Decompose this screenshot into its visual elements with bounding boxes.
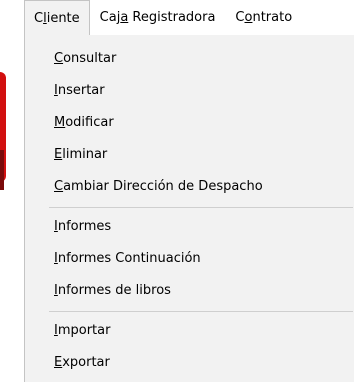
menu-item-consultar-key: C bbox=[54, 51, 64, 66]
menu-item-informes[interactable]: Informes bbox=[25, 211, 354, 243]
menu-item-informes-de-libros-text: nformes de libros bbox=[57, 283, 171, 298]
menu-caja-registradora[interactable]: Caja Registradora bbox=[90, 0, 226, 36]
menu-item-eliminar-key: E bbox=[54, 147, 63, 162]
menu-item-informes-continuacion[interactable]: Informes Continuación bbox=[25, 243, 354, 275]
menu-item-consultar[interactable]: Consultar bbox=[25, 43, 354, 75]
cliente-dropdown-menu: Consultar Insertar Modificar Eliminar Ca… bbox=[24, 35, 354, 382]
menu-contrato-label-pre: C bbox=[235, 10, 245, 25]
menu-item-insertar[interactable]: Insertar bbox=[25, 75, 354, 107]
menu-item-cambiar-direccion[interactable]: Cambiar Dirección de Despacho bbox=[25, 171, 354, 203]
menu-item-exportar[interactable]: Exportar bbox=[25, 347, 354, 379]
menu-item-cambiar-direccion-key: C bbox=[54, 179, 64, 194]
menu-item-informes-continuacion-text: nformes Continuación bbox=[57, 251, 201, 266]
menu-caja-label-pre: Caj bbox=[99, 10, 121, 25]
menu-item-cambiar-direccion-text: ambiar Dirección de Despacho bbox=[63, 179, 263, 194]
menu-item-modificar[interactable]: Modificar bbox=[25, 107, 354, 139]
menu-item-informes-text: nformes bbox=[57, 219, 112, 234]
menu-contrato[interactable]: Contrato bbox=[225, 0, 302, 36]
menu-bar: Cliente Caja Registradora Contrato bbox=[0, 0, 354, 36]
menu-item-modificar-text: odificar bbox=[65, 115, 114, 130]
menu-caja-label-post: Registradora bbox=[128, 10, 216, 25]
menu-contrato-label-post: ntrato bbox=[252, 10, 293, 25]
menu-item-informes-de-libros[interactable]: Informes de libros bbox=[25, 275, 354, 307]
menu-item-insertar-text: nsertar bbox=[57, 83, 105, 98]
menu-item-exportar-key: E bbox=[54, 355, 63, 370]
menu-item-eliminar[interactable]: Eliminar bbox=[25, 139, 354, 171]
menu-cliente-label-pre: C bbox=[34, 11, 44, 26]
menu-item-importar[interactable]: Importar bbox=[25, 315, 354, 347]
menu-item-consultar-text: onsultar bbox=[63, 51, 117, 66]
menu-separator bbox=[49, 207, 353, 208]
menu-item-exportar-text: xportar bbox=[62, 355, 110, 370]
menu-item-modificar-key: M bbox=[54, 115, 66, 130]
menu-separator bbox=[49, 311, 353, 312]
background-window-edge-shadow bbox=[0, 150, 4, 190]
menu-item-importar-text: mportar bbox=[57, 323, 111, 338]
menu-cliente-label-post: iente bbox=[46, 11, 80, 26]
menu-item-eliminar-text: liminar bbox=[62, 147, 108, 162]
menu-cliente[interactable]: Cliente bbox=[24, 0, 90, 36]
